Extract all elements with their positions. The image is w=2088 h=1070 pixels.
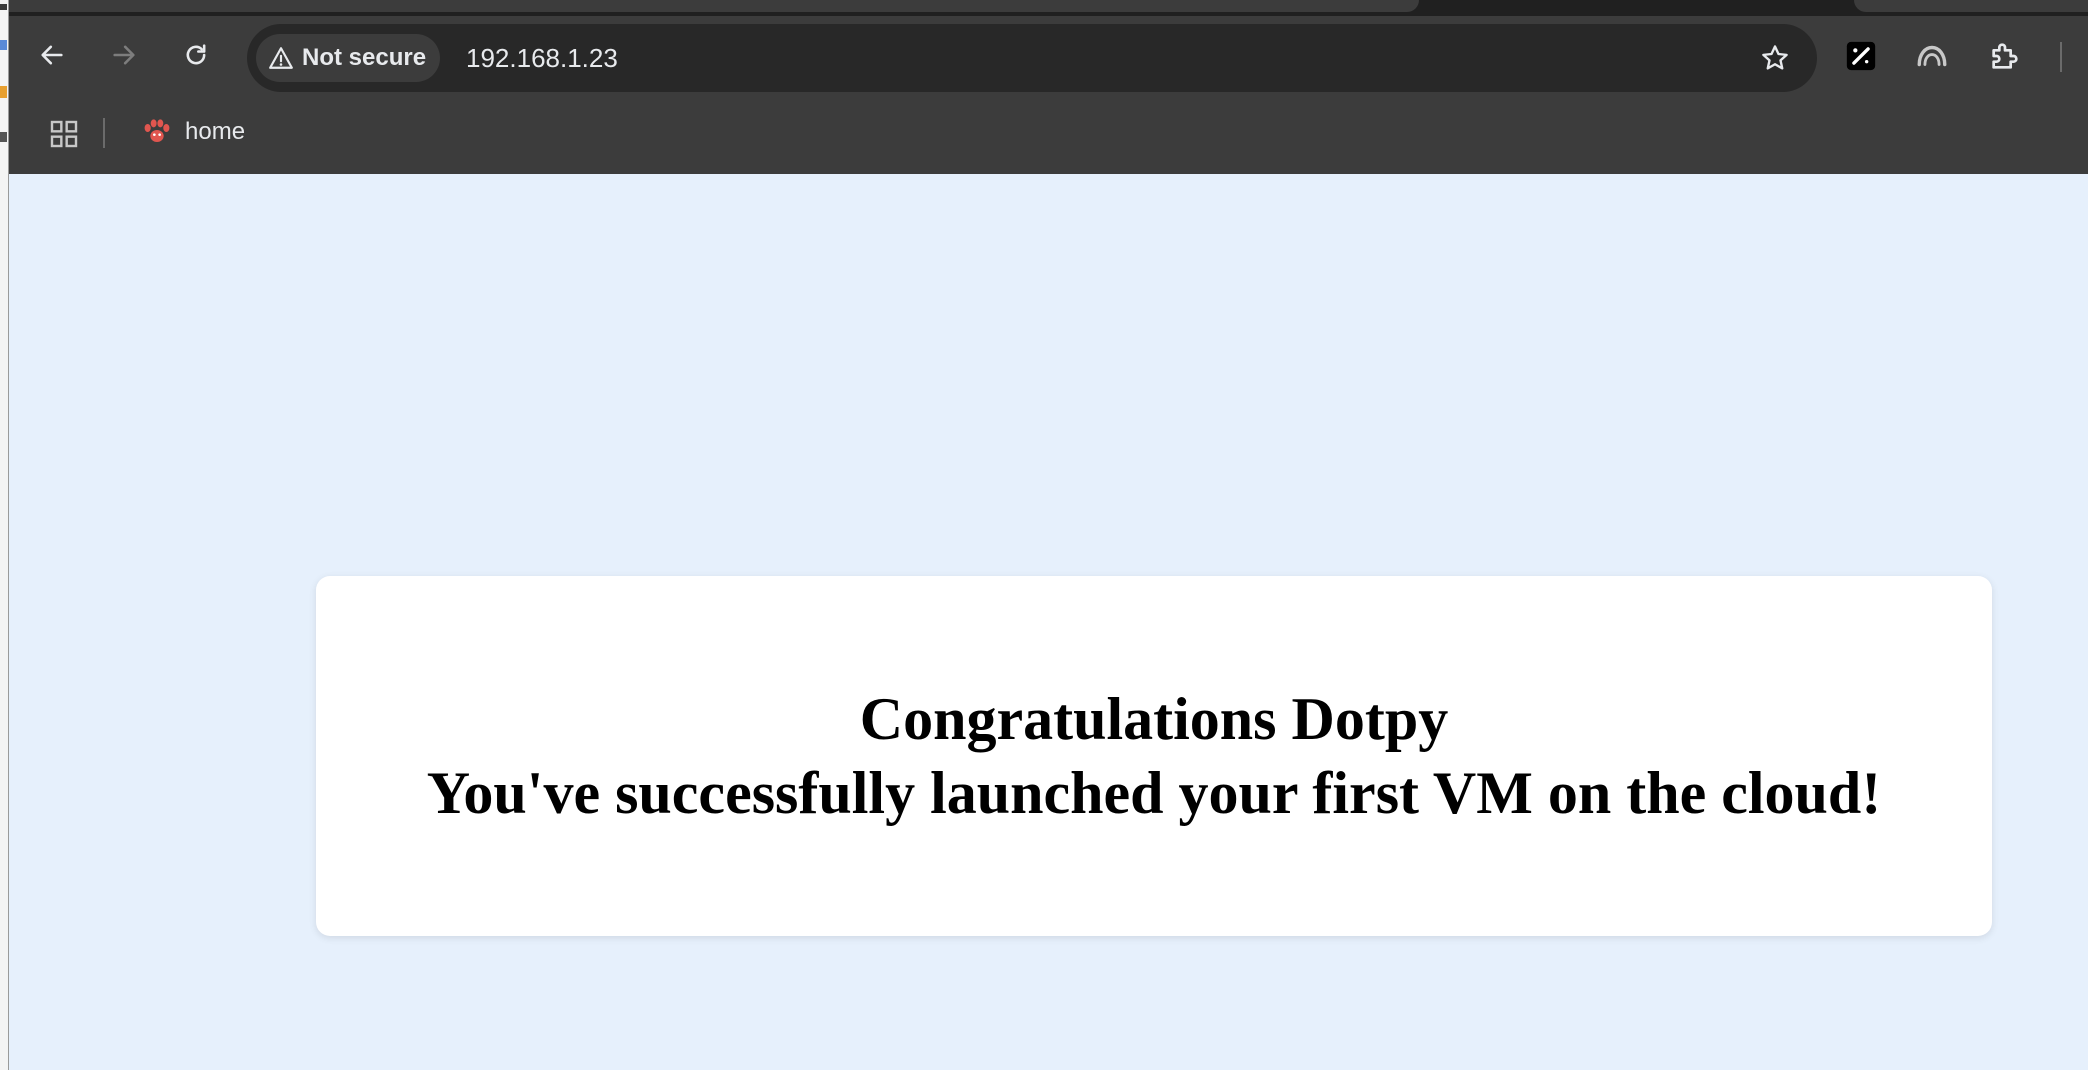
window-edge-mark xyxy=(0,4,7,10)
extension-button[interactable] xyxy=(1843,38,1879,74)
apps-grid-icon xyxy=(50,120,78,148)
forward-button[interactable] xyxy=(103,34,145,76)
toolbar-divider xyxy=(2060,42,2062,72)
reload-button[interactable] xyxy=(175,34,217,76)
reload-icon xyxy=(186,44,206,65)
page-content: Congratulations Dotpy You've successfull… xyxy=(9,174,2088,1070)
heading-line-1: Congratulations Dotpy xyxy=(859,686,1449,752)
bookmark-home[interactable]: home xyxy=(133,112,253,152)
pen-tool-icon xyxy=(1846,41,1876,71)
apps-button[interactable] xyxy=(44,114,84,154)
window-edge-mark xyxy=(0,40,7,50)
extension-button[interactable] xyxy=(1914,38,1950,74)
browser-chrome: Not secure 192.168.1.23 home xyxy=(9,0,2088,174)
tab-strip xyxy=(9,0,2088,16)
puzzle-piece-icon xyxy=(1992,43,2018,69)
star-icon xyxy=(1762,45,1788,70)
extensions-menu-button[interactable] xyxy=(1987,38,2023,74)
security-label: Not secure xyxy=(302,44,427,71)
message-card: Congratulations Dotpy You've successfull… xyxy=(316,576,1992,936)
bookmark-star-button[interactable] xyxy=(1755,38,1795,78)
heading-line-2: You've successfully launched your first … xyxy=(426,760,1882,826)
warning-triangle-icon xyxy=(269,47,293,69)
back-button[interactable] xyxy=(31,34,73,76)
paw-icon xyxy=(144,119,170,142)
tab-active[interactable] xyxy=(9,0,1419,12)
address-bar[interactable]: Not secure 192.168.1.23 xyxy=(247,24,1817,92)
arrow-right-icon xyxy=(113,45,135,65)
screen: Not secure 192.168.1.23 home Congratulat… xyxy=(0,0,2088,1070)
arrow-left-icon xyxy=(41,45,63,65)
background-window-edge xyxy=(0,0,9,1070)
bookmark-label: home xyxy=(185,118,246,145)
window-edge-mark xyxy=(0,132,7,142)
arc-logo-icon xyxy=(1917,45,1947,67)
tab-inactive[interactable] xyxy=(1854,0,2088,12)
url-text[interactable]: 192.168.1.23 xyxy=(466,24,618,92)
bookmarks-separator xyxy=(103,118,105,148)
security-indicator[interactable]: Not secure xyxy=(256,34,441,82)
window-edge-mark xyxy=(0,86,7,98)
